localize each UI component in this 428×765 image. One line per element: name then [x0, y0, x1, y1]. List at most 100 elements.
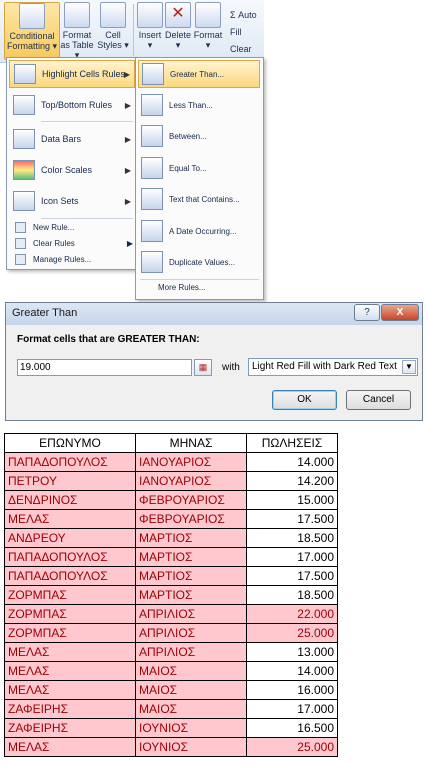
cell-surname[interactable]: ΖΑΦΕΙΡΗΣ: [4, 699, 136, 719]
cell-month[interactable]: ΜΑΡΤΙΟΣ: [135, 528, 247, 548]
cell-month[interactable]: ΜΑΡΤΙΟΣ: [135, 547, 247, 567]
delete-icon: ✕: [165, 2, 191, 28]
cell-month[interactable]: ΜΑΡΤΙΟΣ: [135, 566, 247, 586]
cell-surname[interactable]: ΖΟΡΜΠΑΣ: [4, 604, 136, 624]
cell-surname[interactable]: ΠΑΠΑΔΟΠΟΥΛΟΣ: [4, 566, 136, 586]
submenu-item-label: Duplicate Values...: [169, 257, 236, 267]
close-button[interactable]: X: [381, 304, 419, 321]
table-row: ΠΑΠΑΔΟΠΟΥΛΟΣ ΙΑΝΟΥΑΡΙΟΣ 14.000: [4, 452, 338, 472]
cell-surname[interactable]: ΔΕΝΔΡΙΝΟΣ: [4, 490, 136, 510]
header-sales[interactable]: ΠΩΛΗΣΕΙΣ: [246, 433, 338, 453]
cell-month[interactable]: ΙΑΝΟΥΑΡΙΟΣ: [135, 452, 247, 472]
header-month[interactable]: ΜΗΝΑΣ: [135, 433, 247, 453]
menu-item-clear-rules[interactable]: Clear Rules ▶: [15, 238, 133, 249]
new-rule-icon: [15, 222, 26, 233]
cell-sales[interactable]: 17.500: [246, 509, 338, 529]
cell-month[interactable]: ΜΑΙΟΣ: [135, 699, 247, 719]
ok-button[interactable]: OK: [272, 390, 337, 410]
submenu-item-less-than[interactable]: Less Than...: [138, 91, 260, 119]
cell-sales[interactable]: 16.000: [246, 680, 338, 700]
format-as-table-button[interactable]: Format as Table ▾: [60, 2, 94, 60]
format-style-select[interactable]: Light Red Fill with Dark Red Text ▼: [248, 358, 418, 376]
cell-sales[interactable]: 16.500: [246, 718, 338, 738]
cell-sales[interactable]: 22.000: [246, 604, 338, 624]
submenu-item-equal-to[interactable]: Equal To...: [138, 154, 260, 182]
conditional-formatting-button[interactable]: Conditional Formatting ▾: [4, 2, 60, 60]
cell-surname[interactable]: ΖΟΡΜΠΑΣ: [4, 623, 136, 643]
cell-surname[interactable]: ΠΕΤΡΟΥ: [4, 471, 136, 491]
cell-surname[interactable]: ΜΕΛΑΣ: [4, 661, 136, 681]
menu-item-label: Manage Rules...: [33, 255, 92, 264]
format-button[interactable]: Format ▾: [193, 2, 223, 50]
menu-item-manage-rules[interactable]: Manage Rules...: [15, 254, 91, 265]
cell-sales[interactable]: 17.000: [246, 699, 338, 719]
cell-styles-button[interactable]: Cell Styles ▾: [96, 2, 130, 50]
table-row: ΖΑΦΕΙΡΗΣ ΙΟΥΝΙΟΣ 16.500: [4, 718, 338, 738]
cell-sales[interactable]: 17.000: [246, 547, 338, 567]
help-button[interactable]: ?: [354, 304, 380, 321]
cell-surname[interactable]: ΜΕΛΑΣ: [4, 737, 136, 757]
insert-button[interactable]: Insert ▾: [136, 2, 164, 50]
cell-month[interactable]: ΙΑΝΟΥΑΡΙΟΣ: [135, 471, 247, 491]
menu-item-top-bottom-rules[interactable]: Top/Bottom Rules ▶: [9, 91, 135, 119]
menu-item-color-scales[interactable]: Color Scales ▶: [9, 156, 135, 184]
cell-sales[interactable]: 14.000: [246, 452, 338, 472]
cell-month[interactable]: ΜΑΡΤΙΟΣ: [135, 585, 247, 605]
menu-item-highlight-cells-rules[interactable]: Highlight Cells Rules ▶: [9, 60, 135, 88]
submenu-arrow-icon: ▶: [124, 196, 131, 206]
text-contains-icon: [141, 188, 163, 210]
cell-month[interactable]: ΑΠΡΙΛΙΟΣ: [135, 623, 247, 643]
submenu-item-more-rules[interactable]: More Rules...: [158, 283, 206, 292]
submenu-divider: [140, 279, 259, 280]
range-select-icon[interactable]: ▦: [194, 359, 212, 376]
cell-month[interactable]: ΑΠΡΙΛΙΟΣ: [135, 642, 247, 662]
submenu-item-label: Less Than...: [169, 100, 213, 110]
cell-month[interactable]: ΙΟΥΝΙΟΣ: [135, 718, 247, 738]
cell-sales[interactable]: 17.500: [246, 566, 338, 586]
cell-month[interactable]: ΦΕΒΡΟΥΑΡΙΟΣ: [135, 490, 247, 510]
menu-item-label: Data Bars: [41, 134, 82, 144]
menu-item-data-bars[interactable]: Data Bars ▶: [9, 125, 135, 153]
submenu-arrow-icon: ▶: [124, 134, 131, 144]
cell-surname[interactable]: ΖΑΦΕΙΡΗΣ: [4, 718, 136, 738]
submenu-item-between[interactable]: Between...: [138, 122, 260, 150]
cell-month[interactable]: ΜΑΙΟΣ: [135, 661, 247, 681]
cell-surname[interactable]: ΠΑΠΑΔΟΠΟΥΛΟΣ: [4, 452, 136, 472]
cell-sales[interactable]: 14.200: [246, 471, 338, 491]
format-icon: [195, 2, 221, 28]
autosum-button[interactable]: Σ Auto: [230, 10, 257, 20]
threshold-value-input[interactable]: [17, 359, 192, 376]
submenu-item-date-occurring[interactable]: A Date Occurring...: [138, 217, 260, 245]
cell-sales[interactable]: 15.000: [246, 490, 338, 510]
menu-item-icon-sets[interactable]: Icon Sets ▶: [9, 187, 135, 215]
cell-sales[interactable]: 13.000: [246, 642, 338, 662]
submenu-item-duplicate-values[interactable]: Duplicate Values...: [138, 248, 260, 276]
cell-surname[interactable]: ΜΕΛΑΣ: [4, 642, 136, 662]
cell-surname[interactable]: ΜΕΛΑΣ: [4, 509, 136, 529]
cell-sales[interactable]: 18.500: [246, 585, 338, 605]
table-row: ΖΟΡΜΠΑΣ ΑΠΡΙΛΙΟΣ 25.000: [4, 623, 338, 643]
menu-item-new-rule[interactable]: New Rule...: [15, 222, 74, 233]
cell-month[interactable]: ΙΟΥΝΙΟΣ: [135, 737, 247, 757]
cell-sales[interactable]: 14.000: [246, 661, 338, 681]
cell-month[interactable]: ΦΕΒΡΟΥΑΡΙΟΣ: [135, 509, 247, 529]
cell-surname[interactable]: ΠΑΠΑΔΟΠΟΥΛΟΣ: [4, 547, 136, 567]
cell-surname[interactable]: ΜΕΛΑΣ: [4, 680, 136, 700]
fill-button[interactable]: Fill: [230, 27, 242, 37]
submenu-item-greater-than[interactable]: Greater Than...: [138, 60, 260, 88]
cell-month[interactable]: ΑΠΡΙΛΙΟΣ: [135, 604, 247, 624]
cell-surname[interactable]: ΖΟΡΜΠΑΣ: [4, 585, 136, 605]
header-surname[interactable]: ΕΠΩΝΥΜΟ: [4, 433, 136, 453]
icon-sets-icon: [13, 191, 35, 211]
clear-rules-icon: [15, 238, 26, 249]
delete-button[interactable]: ✕ Delete ▾: [164, 2, 192, 50]
cancel-button[interactable]: Cancel: [346, 390, 411, 410]
cell-sales[interactable]: 25.000: [246, 737, 338, 757]
cell-month[interactable]: ΜΑΙΟΣ: [135, 680, 247, 700]
submenu-item-text-contains[interactable]: Text that Contains...: [138, 185, 260, 213]
cell-sales[interactable]: 18.500: [246, 528, 338, 548]
table-row: ΠΕΤΡΟΥ ΙΑΝΟΥΑΡΙΟΣ 14.200: [4, 471, 338, 491]
clear-button[interactable]: Clear: [230, 44, 252, 54]
cell-surname[interactable]: ΑΝΔΡΕΟΥ: [4, 528, 136, 548]
cell-sales[interactable]: 25.000: [246, 623, 338, 643]
